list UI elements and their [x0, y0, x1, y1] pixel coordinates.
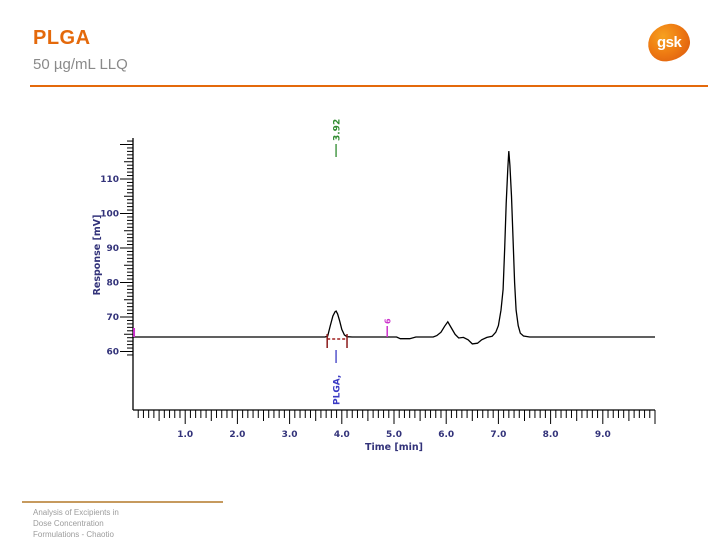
x-tick-label: 5.0 [386, 430, 402, 440]
chromatogram-plot: 60 70 80 90 100 110 1.0 2.0 3.0 4.0 5.0 6.0 7.0 8.0 9.… [92, 119, 656, 453]
x-tick-label: 6.0 [438, 430, 454, 440]
retention-time-label: 3.92 [333, 119, 343, 141]
x-tick-label: 2.0 [229, 430, 245, 440]
y-tick-label: 110 [100, 175, 119, 185]
x-axis-title: Time [min] [365, 442, 423, 453]
y-tick-label: 60 [106, 348, 119, 358]
footer-line: Formulations - Chaotio [33, 530, 114, 539]
footer-line: Dose Concentration [33, 519, 104, 528]
y-tick-label: 80 [106, 279, 119, 289]
y-axis-title: Response [mV] [92, 215, 103, 296]
event-marker-label: 6 [384, 318, 393, 324]
compound-label: PLGA, [333, 375, 343, 405]
x-tick-label: 8.0 [543, 430, 559, 440]
x-tick-label: 1.0 [177, 430, 193, 440]
footer-line: Analysis of Excipients in [33, 508, 119, 517]
footer-divider [22, 501, 223, 503]
y-tick-label: 70 [106, 313, 119, 323]
x-tick-label: 4.0 [334, 430, 350, 440]
chromatogram-trace [133, 151, 655, 345]
x-tick-label: 7.0 [490, 430, 506, 440]
y-tick-label: 100 [100, 210, 119, 220]
x-tick-label: 3.0 [282, 430, 298, 440]
x-tick-label: 9.0 [595, 430, 611, 440]
slide: PLGA 50 µg/mL LLQ gsk 60 70 80 90 100 110 1.0 2… [0, 0, 720, 540]
footer-text: Analysis of Excipients in Dose Concentra… [33, 507, 119, 540]
y-tick-label: 90 [106, 244, 119, 254]
